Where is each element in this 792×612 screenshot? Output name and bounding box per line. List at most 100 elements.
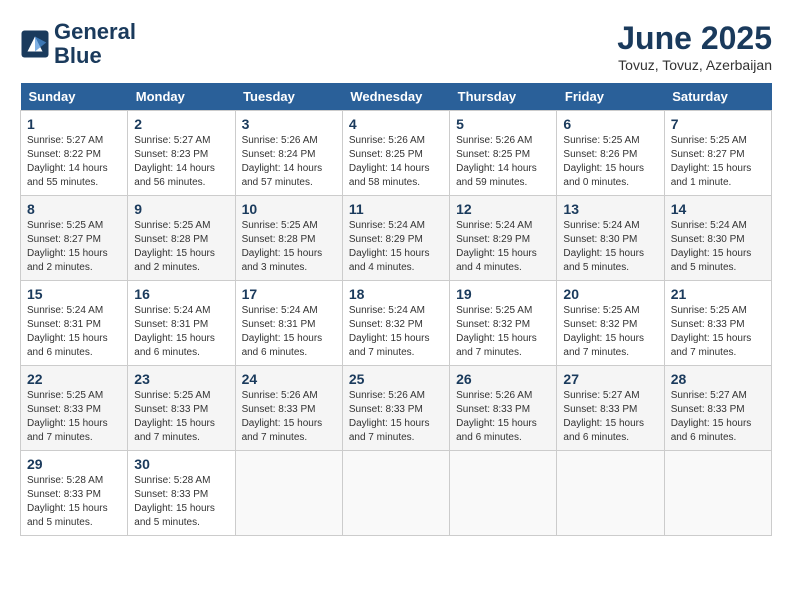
weekday-header-thursday: Thursday xyxy=(450,83,557,111)
day-number: 16 xyxy=(134,286,228,302)
day-info: Sunrise: 5:26 AM Sunset: 8:33 PM Dayligh… xyxy=(349,389,443,445)
day-number: 19 xyxy=(456,286,550,302)
logo-icon xyxy=(20,29,50,59)
calendar-cell: 27Sunrise: 5:27 AM Sunset: 8:33 PM Dayli… xyxy=(557,366,664,451)
day-number: 3 xyxy=(242,116,336,132)
page-header: General Blue June 2025 Tovuz, Tovuz, Aze… xyxy=(20,20,772,73)
weekday-header-tuesday: Tuesday xyxy=(235,83,342,111)
day-info: Sunrise: 5:26 AM Sunset: 8:25 PM Dayligh… xyxy=(349,134,443,190)
calendar-cell: 15 Sunrise: 5:24 AM Sunset: 8:31 PM Dayli… xyxy=(21,281,128,366)
calendar-week-row: 15 Sunrise: 5:24 AM Sunset: 8:31 PM Dayli… xyxy=(21,281,772,366)
day-number: 18 xyxy=(349,286,443,302)
calendar-week-row: 29 Sunrise: 5:28 AM Sunset: 8:33 PM Dayli… xyxy=(21,451,772,536)
day-info: Sunrise: 5:28 AM Sunset: 8:33 PM Dayligh… xyxy=(134,474,228,530)
day-info: Sunrise: 5:28 AM Sunset: 8:33 PM Dayligh… xyxy=(27,474,121,530)
day-number: 30 xyxy=(134,456,228,472)
day-number: 22 xyxy=(27,371,121,387)
calendar-cell: 1Sunrise: 5:27 AM Sunset: 8:22 PM Daylig… xyxy=(21,111,128,196)
calendar-header: SundayMondayTuesdayWednesdayThursdayFrid… xyxy=(21,83,772,111)
day-info: Sunrise: 5:24 AM Sunset: 8:30 PM Dayligh… xyxy=(671,219,765,275)
calendar-cell xyxy=(342,451,449,536)
calendar-cell: 22 Sunrise: 5:25 AM Sunset: 8:33 PM Dayli… xyxy=(21,366,128,451)
day-info: Sunrise: 5:25 AM Sunset: 8:32 PM Dayligh… xyxy=(456,304,550,360)
day-number: 8 xyxy=(27,201,121,217)
day-info: Sunrise: 5:25 AM Sunset: 8:28 PM Dayligh… xyxy=(134,219,228,275)
day-info: Sunrise: 5:25 AM Sunset: 8:27 PM Dayligh… xyxy=(27,219,121,275)
day-number: 4 xyxy=(349,116,443,132)
day-number: 28 xyxy=(671,371,765,387)
day-number: 21 xyxy=(671,286,765,302)
day-info: Sunrise: 5:24 AM Sunset: 8:30 PM Dayligh… xyxy=(563,219,657,275)
calendar-cell: 16 Sunrise: 5:24 AM Sunset: 8:31 PM Dayli… xyxy=(128,281,235,366)
day-info: Sunrise: 5:25 AM Sunset: 8:28 PM Dayligh… xyxy=(242,219,336,275)
logo: General Blue xyxy=(20,20,136,68)
day-info: Sunrise: 5:26 AM Sunset: 8:33 PM Dayligh… xyxy=(456,389,550,445)
day-info: Sunrise: 5:25 AM Sunset: 8:33 PM Dayligh… xyxy=(27,389,121,445)
weekday-header-saturday: Saturday xyxy=(664,83,771,111)
title-area: June 2025 Tovuz, Tovuz, Azerbaijan xyxy=(617,20,772,73)
calendar-cell: 18 Sunrise: 5:24 AM Sunset: 8:32 PM Dayli… xyxy=(342,281,449,366)
calendar-table: SundayMondayTuesdayWednesdayThursdayFrid… xyxy=(20,83,772,536)
day-info: Sunrise: 5:24 AM Sunset: 8:32 PM Dayligh… xyxy=(349,304,443,360)
day-number: 11 xyxy=(349,201,443,217)
day-number: 20 xyxy=(563,286,657,302)
calendar-cell: 25Sunrise: 5:26 AM Sunset: 8:33 PM Dayli… xyxy=(342,366,449,451)
day-number: 7 xyxy=(671,116,765,132)
day-number: 15 xyxy=(27,286,121,302)
day-info: Sunrise: 5:24 AM Sunset: 8:29 PM Dayligh… xyxy=(456,219,550,275)
calendar-cell: 19 Sunrise: 5:25 AM Sunset: 8:32 PM Dayli… xyxy=(450,281,557,366)
calendar-week-row: 1Sunrise: 5:27 AM Sunset: 8:22 PM Daylig… xyxy=(21,111,772,196)
day-number: 9 xyxy=(134,201,228,217)
day-info: Sunrise: 5:25 AM Sunset: 8:32 PM Dayligh… xyxy=(563,304,657,360)
day-info: Sunrise: 5:24 AM Sunset: 8:29 PM Dayligh… xyxy=(349,219,443,275)
calendar-cell: 4 Sunrise: 5:26 AM Sunset: 8:25 PM Daylig… xyxy=(342,111,449,196)
location: Tovuz, Tovuz, Azerbaijan xyxy=(617,57,772,73)
calendar-cell: 2Sunrise: 5:27 AM Sunset: 8:23 PM Daylig… xyxy=(128,111,235,196)
calendar-cell: 11 Sunrise: 5:24 AM Sunset: 8:29 PM Dayli… xyxy=(342,196,449,281)
weekday-row: SundayMondayTuesdayWednesdayThursdayFrid… xyxy=(21,83,772,111)
day-info: Sunrise: 5:27 AM Sunset: 8:33 PM Dayligh… xyxy=(671,389,765,445)
calendar-cell: 3 Sunrise: 5:26 AM Sunset: 8:24 PM Daylig… xyxy=(235,111,342,196)
calendar-cell: 5Sunrise: 5:26 AM Sunset: 8:25 PM Daylig… xyxy=(450,111,557,196)
calendar-cell: 29 Sunrise: 5:28 AM Sunset: 8:33 PM Dayli… xyxy=(21,451,128,536)
day-number: 6 xyxy=(563,116,657,132)
day-number: 5 xyxy=(456,116,550,132)
calendar-cell xyxy=(235,451,342,536)
day-info: Sunrise: 5:26 AM Sunset: 8:33 PM Dayligh… xyxy=(242,389,336,445)
calendar-week-row: 8 Sunrise: 5:25 AM Sunset: 8:27 PM Daylig… xyxy=(21,196,772,281)
day-info: Sunrise: 5:25 AM Sunset: 8:33 PM Dayligh… xyxy=(134,389,228,445)
day-info: Sunrise: 5:24 AM Sunset: 8:31 PM Dayligh… xyxy=(27,304,121,360)
calendar-cell: 23 Sunrise: 5:25 AM Sunset: 8:33 PM Dayli… xyxy=(128,366,235,451)
calendar-cell: 28 Sunrise: 5:27 AM Sunset: 8:33 PM Dayli… xyxy=(664,366,771,451)
weekday-header-wednesday: Wednesday xyxy=(342,83,449,111)
day-number: 1 xyxy=(27,116,121,132)
calendar-cell xyxy=(557,451,664,536)
day-number: 23 xyxy=(134,371,228,387)
day-number: 13 xyxy=(563,201,657,217)
day-info: Sunrise: 5:24 AM Sunset: 8:31 PM Dayligh… xyxy=(242,304,336,360)
calendar-cell xyxy=(450,451,557,536)
weekday-header-sunday: Sunday xyxy=(21,83,128,111)
calendar-cell: 26Sunrise: 5:26 AM Sunset: 8:33 PM Dayli… xyxy=(450,366,557,451)
calendar-cell: 14Sunrise: 5:24 AM Sunset: 8:30 PM Dayli… xyxy=(664,196,771,281)
day-info: Sunrise: 5:24 AM Sunset: 8:31 PM Dayligh… xyxy=(134,304,228,360)
calendar-cell: 21Sunrise: 5:25 AM Sunset: 8:33 PM Dayli… xyxy=(664,281,771,366)
calendar-cell: 9 Sunrise: 5:25 AM Sunset: 8:28 PM Daylig… xyxy=(128,196,235,281)
day-info: Sunrise: 5:26 AM Sunset: 8:24 PM Dayligh… xyxy=(242,134,336,190)
day-number: 27 xyxy=(563,371,657,387)
calendar-week-row: 22 Sunrise: 5:25 AM Sunset: 8:33 PM Dayli… xyxy=(21,366,772,451)
day-number: 12 xyxy=(456,201,550,217)
logo-text: General Blue xyxy=(54,20,136,68)
day-number: 2 xyxy=(134,116,228,132)
calendar-cell: 10 Sunrise: 5:25 AM Sunset: 8:28 PM Dayli… xyxy=(235,196,342,281)
weekday-header-friday: Friday xyxy=(557,83,664,111)
day-number: 10 xyxy=(242,201,336,217)
calendar-cell: 30 Sunrise: 5:28 AM Sunset: 8:33 PM Dayli… xyxy=(128,451,235,536)
weekday-header-monday: Monday xyxy=(128,83,235,111)
day-number: 29 xyxy=(27,456,121,472)
calendar-cell: 13 Sunrise: 5:24 AM Sunset: 8:30 PM Dayli… xyxy=(557,196,664,281)
calendar-cell: 12 Sunrise: 5:24 AM Sunset: 8:29 PM Dayli… xyxy=(450,196,557,281)
calendar-body: 1Sunrise: 5:27 AM Sunset: 8:22 PM Daylig… xyxy=(21,111,772,536)
month-title: June 2025 xyxy=(617,20,772,57)
calendar-cell: 20 Sunrise: 5:25 AM Sunset: 8:32 PM Dayli… xyxy=(557,281,664,366)
